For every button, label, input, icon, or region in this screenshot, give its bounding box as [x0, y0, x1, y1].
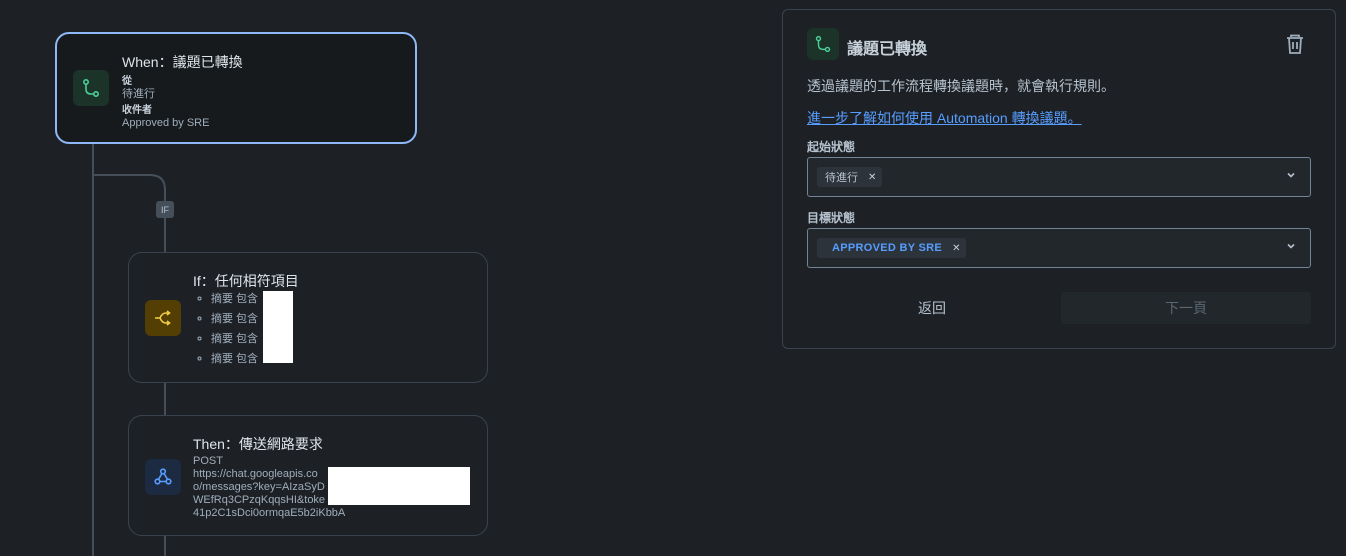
learn-more-link[interactable]: 進一步了解如何使用 Automation 轉換議題。 — [807, 108, 1082, 128]
action-url-line: https://chat.googleapis.co — [193, 468, 318, 480]
condition-item: 摘要 包含 — [211, 289, 258, 309]
panel-description: 透過議題的工作流程轉換議題時，就會執行規則。 — [807, 78, 1115, 94]
trigger-title: When：議題已轉換 — [122, 54, 243, 70]
action-details: POST https://chat.googleapis.co o/messag… — [193, 455, 345, 520]
condition-card[interactable]: If：任何相符項目 摘要 包含 摘要 包含 摘要 包含 摘要 包含 — [128, 252, 488, 383]
condition-title: If：任何相符項目 — [193, 273, 299, 289]
chevron-down-icon[interactable] — [1286, 170, 1296, 180]
action-card[interactable]: Then：傳送網路要求 POST https://chat.googleapis… — [128, 415, 488, 536]
status-transition-icon — [807, 28, 839, 60]
redacted-block — [328, 467, 470, 505]
redacted-block — [263, 291, 293, 363]
trigger-from-label: 從 — [122, 76, 132, 87]
to-status-chip-label: APPROVED BY SRE — [832, 242, 943, 254]
trigger-config-panel: 議題已轉換 透過議題的工作流程轉換議題時，就會執行規則。 進一步了解如何使用 A… — [782, 9, 1336, 349]
status-transition-icon — [73, 70, 109, 106]
trigger-to-label: 收件者 — [122, 105, 152, 116]
action-url-line: 41p2C1sDci0ormqaE5b2iKbbA — [193, 507, 346, 519]
condition-item: 摘要 包含 — [211, 329, 258, 349]
from-status-label: 起始狀態 — [807, 140, 856, 154]
delete-icon[interactable] — [1283, 32, 1307, 56]
remove-chip-icon[interactable]: ✕ — [868, 172, 876, 183]
action-url-line: WEfRq3CPzqKqqsHI&toke — [193, 494, 326, 506]
condition-item: 摘要 包含 — [211, 349, 258, 369]
remove-chip-icon[interactable]: ✕ — [952, 243, 960, 254]
flow-connector-if-then — [164, 382, 166, 416]
chevron-down-icon[interactable] — [1286, 241, 1296, 251]
action-method: POST — [193, 455, 223, 467]
to-status-select[interactable]: APPROVED BY SRE ✕ — [807, 228, 1311, 268]
action-url-line: o/messages?key=AIzaSyD — [193, 481, 325, 493]
condition-item: 摘要 包含 — [211, 309, 258, 329]
trigger-card[interactable]: When：議題已轉換 從 待進行 收件者 Approved by SRE — [55, 32, 417, 144]
flow-connector-after-then — [164, 535, 166, 556]
trigger-from-value: 待進行 — [122, 88, 155, 100]
trigger-to-value: Approved by SRE — [122, 117, 210, 129]
condition-list: 摘要 包含 摘要 包含 摘要 包含 摘要 包含 — [193, 289, 258, 369]
action-title: Then：傳送網路要求 — [193, 436, 323, 452]
from-status-chip-label: 待進行 — [825, 172, 858, 184]
if-badge: IF — [156, 201, 174, 218]
branch-icon — [145, 300, 181, 336]
webhook-icon — [145, 459, 181, 495]
from-status-select[interactable]: 待進行 ✕ — [807, 157, 1311, 197]
back-button[interactable]: 返回 — [807, 292, 1057, 324]
from-status-chip: 待進行 ✕ — [817, 167, 883, 187]
to-status-chip: APPROVED BY SRE ✕ — [817, 238, 967, 258]
to-status-label: 目標狀態 — [807, 211, 856, 225]
next-button[interactable]: 下一頁 — [1061, 292, 1311, 324]
panel-title: 議題已轉換 — [847, 41, 928, 58]
